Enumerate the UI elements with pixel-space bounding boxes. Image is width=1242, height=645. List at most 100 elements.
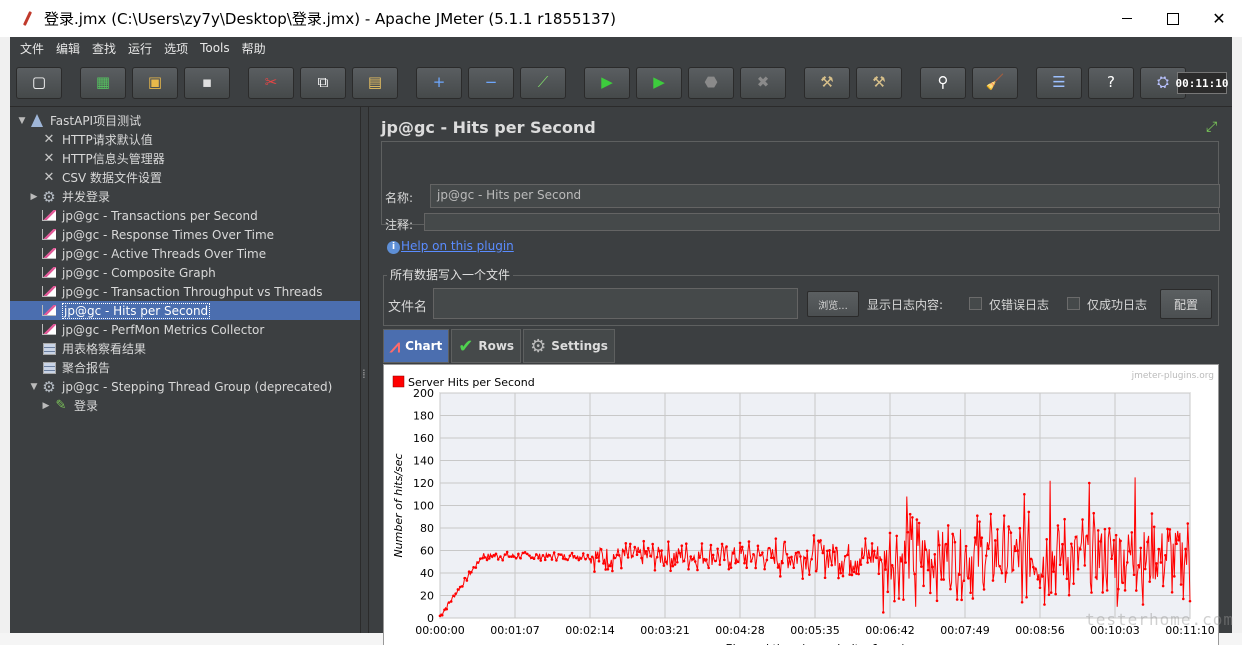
data-point: [826, 549, 829, 553]
shutdown-icon: ✖: [756, 73, 770, 91]
tab-settings[interactable]: ⚙ Settings: [523, 329, 615, 363]
menu-item-1[interactable]: 编辑: [50, 40, 86, 57]
data-point: [503, 553, 507, 556]
tree-item[interactable]: jp@gc - Active Threads Over Time: [10, 244, 360, 263]
new-button[interactable]: ▢: [16, 66, 62, 99]
data-point: [1036, 577, 1040, 581]
tree-item[interactable]: ▶ ⚙ 并发登录: [10, 187, 360, 206]
tree-item[interactable]: jp@gc - Hits per Second: [10, 301, 360, 320]
toggle-icon: ⟋: [537, 73, 549, 91]
errors-only-checkbox[interactable]: [969, 297, 982, 310]
data-point: [897, 597, 901, 600]
data-point: [817, 539, 820, 543]
data-point: [508, 555, 511, 558]
data-point: [1081, 518, 1084, 521]
reset-search-button[interactable]: 🧹: [972, 66, 1018, 99]
toolbar: ▢ ▦ ▣ ▪ ✂ ⧉ ▤ + − ⟋ ▶ ▶ ⬣ ✖ ⚒ ⚒ ⚲ 🧹 ☰? ⛭ 00:11:10: [10, 59, 1232, 107]
start-no-pause-button[interactable]: ▶: [636, 66, 682, 99]
data-point: [635, 553, 639, 557]
collapse-all-button[interactable]: −: [468, 66, 514, 99]
toggle-button[interactable]: ⟋: [520, 66, 566, 99]
tab-chart[interactable]: ⩘ Chart: [383, 329, 450, 363]
tree-item[interactable]: ✕ CSV 数据文件设置: [10, 168, 360, 187]
data-point: [660, 549, 663, 552]
data-point: [1096, 529, 1100, 532]
success-only-checkbox[interactable]: [1067, 297, 1080, 310]
close-icon[interactable]: ✕: [1196, 0, 1242, 37]
legend-label: Server Hits per Second: [408, 376, 535, 389]
clear-button[interactable]: ⚒: [804, 66, 850, 99]
filename-input[interactable]: [433, 288, 798, 319]
minimize-icon[interactable]: [1104, 0, 1150, 37]
data-point: [808, 573, 811, 576]
maximize-panel-icon[interactable]: ⤢: [1206, 120, 1220, 134]
search-button[interactable]: ⚲: [920, 66, 966, 99]
data-point: [615, 553, 619, 557]
clear-all-button[interactable]: ⚒: [856, 66, 902, 99]
tab-rows[interactable]: ✔ Rows: [451, 329, 522, 363]
menu-item-0[interactable]: 文件: [14, 40, 50, 57]
expand-all-button[interactable]: +: [416, 66, 462, 99]
start-button[interactable]: ▶: [584, 66, 630, 99]
configure-button[interactable]: 配置: [1160, 289, 1212, 319]
templates-button[interactable]: ▦: [80, 66, 126, 99]
data-point: [1061, 542, 1064, 546]
data-point: [890, 564, 894, 567]
comment-field[interactable]: [424, 213, 1220, 231]
help-button[interactable]: ?: [1088, 66, 1134, 99]
tree-expander-icon[interactable]: ▼: [28, 382, 40, 392]
open-button[interactable]: ▣: [132, 66, 178, 99]
tree-item[interactable]: ✕ HTTP信息头管理器: [10, 149, 360, 168]
tree-item[interactable]: jp@gc - Response Times Over Time: [10, 225, 360, 244]
name-field[interactable]: jp@gc - Hits per Second: [430, 184, 1220, 208]
tree-item[interactable]: jp@gc - Transaction Throughput vs Thread…: [10, 282, 360, 301]
test-plan-tree: ▼ FastAPI项目测试 ✕ HTTP请求默认值 ✕ HTTP信息头管理器 ✕ CSV 数据…: [10, 107, 360, 633]
tree-item[interactable]: 用表格察看结果: [10, 339, 360, 358]
tree-expander-icon[interactable]: ▼: [16, 116, 28, 126]
data-point: [481, 556, 484, 560]
gear-icon: ⚙: [42, 187, 56, 206]
data-point: [1150, 512, 1154, 515]
stop-button[interactable]: ⬣: [688, 66, 734, 99]
help-on-plugin-link[interactable]: Help on this plugin: [401, 239, 514, 253]
data-point: [1094, 576, 1098, 579]
menu-item-3[interactable]: 运行: [122, 40, 158, 57]
menu-item-2[interactable]: 查找: [86, 40, 122, 57]
tree-item[interactable]: jp@gc - Composite Graph: [10, 263, 360, 282]
tree-item[interactable]: ▼ FastAPI项目测试: [10, 111, 360, 130]
function-helper-icon: ☰: [1052, 73, 1066, 91]
data-point: [584, 557, 587, 561]
tree-item[interactable]: jp@gc - Transactions per Second: [10, 206, 360, 225]
data-point: [443, 608, 446, 612]
menu-item-5[interactable]: Tools: [194, 41, 236, 55]
tree-item[interactable]: ▼ ⚙ jp@gc - Stepping Thread Group (depreca…: [10, 377, 360, 396]
menu-item-4[interactable]: 选项: [158, 40, 194, 57]
data-point: [976, 514, 979, 517]
tree-item[interactable]: 聚合报告: [10, 358, 360, 377]
save-icon: ▪: [201, 73, 213, 91]
paste-button[interactable]: ▤: [352, 66, 398, 99]
tree-item-label: 登录: [74, 399, 99, 413]
cut-button[interactable]: ✂: [248, 66, 294, 99]
save-button[interactable]: ▪: [184, 66, 230, 99]
data-point: [911, 516, 914, 519]
tree-item[interactable]: ✕ HTTP请求默认值: [10, 130, 360, 149]
maximize-icon[interactable]: [1150, 0, 1196, 37]
tree-expander-icon[interactable]: ▶: [28, 192, 40, 202]
data-point: [774, 537, 778, 540]
browse-button[interactable]: 浏览...: [807, 291, 859, 317]
data-point: [1067, 593, 1071, 597]
function-helper-button[interactable]: ☰: [1036, 66, 1082, 99]
tree-expander-icon[interactable]: ▶: [40, 401, 52, 411]
data-point: [991, 579, 995, 582]
graph-icon: [40, 284, 58, 300]
copy-button[interactable]: ⧉: [300, 66, 346, 99]
data-point: [693, 560, 697, 563]
split-pane-divider[interactable]: [360, 107, 369, 633]
data-point: [1072, 582, 1075, 585]
data-point: [438, 614, 442, 618]
tree-item[interactable]: jp@gc - PerfMon Metrics Collector: [10, 320, 360, 339]
menu-item-6[interactable]: 帮助: [236, 40, 272, 57]
shutdown-button[interactable]: ✖: [740, 66, 786, 99]
tree-item[interactable]: ▶ ✎ 登录: [10, 396, 360, 415]
